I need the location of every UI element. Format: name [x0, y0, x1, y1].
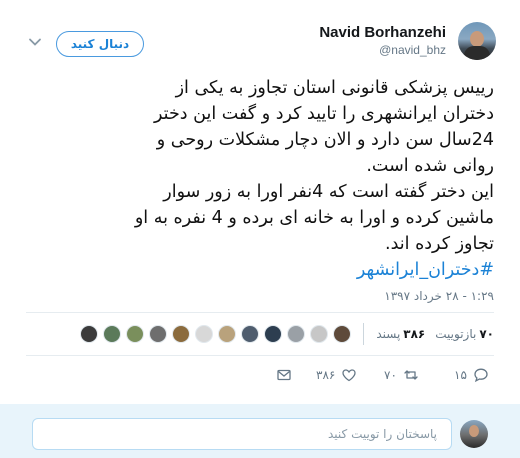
- tweet-actions: ۱۵ ۷۰ ۳۸۶: [0, 362, 520, 388]
- user-avatar[interactable]: [458, 22, 496, 60]
- retweet-stat-count: ۷۰: [479, 327, 494, 341]
- like-count: ۳۸۶: [316, 368, 336, 382]
- engagement-stats: ۷۰بازتوییت ۳۸۶پسند: [80, 322, 494, 346]
- like-stat[interactable]: ۳۸۶پسند: [376, 327, 425, 341]
- tweet-line: تجاوز کرده اند.: [385, 234, 494, 254]
- liker-avatar[interactable]: [287, 325, 306, 343]
- like-stat-label: پسند: [376, 327, 401, 341]
- tweet-line: ماشین کرده و اورا به خانه ای برده و 4 نف…: [134, 208, 494, 228]
- reply-count: ۱۵: [454, 368, 467, 382]
- liker-avatar[interactable]: [310, 325, 329, 343]
- liker-avatar[interactable]: [149, 325, 168, 343]
- liker-avatar[interactable]: [126, 325, 145, 343]
- envelope-icon: [277, 369, 291, 381]
- dm-action[interactable]: [276, 362, 292, 388]
- liker-avatar[interactable]: [333, 325, 352, 343]
- like-action[interactable]: ۳۸۶: [316, 362, 357, 388]
- tweet-timestamp[interactable]: ۱:۲۹ - ۲۸ خرداد ۱۳۹۷: [384, 289, 494, 303]
- retweet-icon: [404, 370, 418, 380]
- reply-icon: [474, 368, 488, 383]
- tweet-line: 24سال سن دارد و الان دچار مشکلات روحی و: [156, 130, 494, 150]
- hashtag-link[interactable]: #دختران_ایرانشهر: [357, 260, 494, 280]
- reply-action[interactable]: ۱۵: [454, 362, 489, 388]
- like-stat-count: ۳۸۶: [403, 327, 426, 341]
- liker-avatars: [80, 325, 352, 343]
- tweet-text: رییس پزشکی قانونی استان تجاوز به یکی از …: [24, 75, 494, 283]
- heart-icon: [342, 369, 356, 382]
- reply-placeholder: پاسختان را توییت کنید: [328, 427, 437, 441]
- avatar-face: [469, 425, 479, 437]
- user-name[interactable]: Navid Borhanzehi: [319, 24, 446, 41]
- retweet-stat-label: بازتوییت: [435, 327, 477, 341]
- divider: [26, 355, 494, 356]
- user-handle[interactable]: @navid_bhz: [379, 43, 446, 57]
- liker-avatar[interactable]: [80, 325, 99, 343]
- tweet-line: روانی شده است.: [366, 156, 494, 176]
- divider: [26, 312, 494, 313]
- avatar-body: [464, 46, 490, 60]
- reply-input[interactable]: پاسختان را توییت کنید: [32, 418, 452, 450]
- liker-avatar[interactable]: [218, 325, 237, 343]
- liker-avatar[interactable]: [195, 325, 214, 343]
- tweet-line: رییس پزشکی قانونی استان تجاوز به یکی از: [175, 78, 494, 98]
- liker-avatar[interactable]: [172, 325, 191, 343]
- avatar-face: [470, 31, 484, 47]
- tweet-line: دختران ایرانشهری را تایید کرد و گفت این …: [154, 104, 494, 124]
- liker-avatar[interactable]: [241, 325, 260, 343]
- retweet-count: ۷۰: [384, 368, 397, 382]
- tweet-line: این دختر گفته است که 4نفر اورا به زور سو…: [163, 182, 494, 202]
- follow-button[interactable]: دنبال کنید: [56, 31, 144, 57]
- liker-avatar[interactable]: [103, 325, 122, 343]
- stats-divider: [363, 323, 365, 345]
- tweet-card: Navid Borhanzehi @navid_bhz دنبال کنید ر…: [0, 0, 520, 458]
- current-user-avatar[interactable]: [460, 420, 488, 448]
- chevron-down-icon[interactable]: [27, 34, 43, 50]
- liker-avatar[interactable]: [264, 325, 283, 343]
- retweet-action[interactable]: ۷۰: [384, 362, 419, 388]
- retweet-stat[interactable]: ۷۰بازتوییت: [435, 327, 494, 341]
